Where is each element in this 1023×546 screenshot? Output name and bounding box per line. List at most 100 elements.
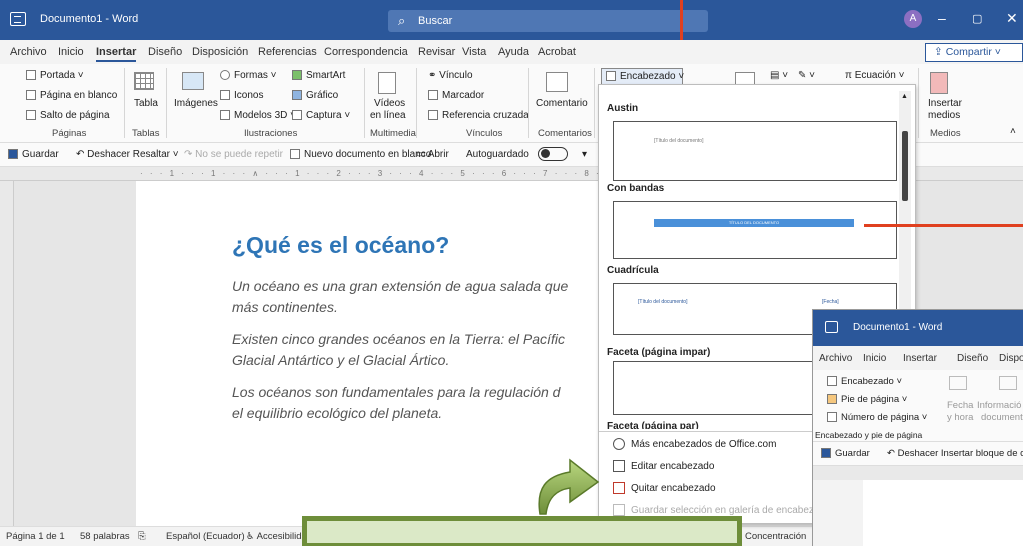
inset-title-bar: Documento1 - Word xyxy=(813,310,1023,346)
customize-qat-icon[interactable]: ▾ xyxy=(582,149,587,160)
nuevo-documento-button[interactable]: Nuevo documento en blanco xyxy=(290,149,431,160)
deshacer-label: Deshacer Resaltar xyxy=(87,149,170,160)
referencia-cruzada-button[interactable]: Referencia cruzada xyxy=(428,110,529,121)
online-video-icon[interactable] xyxy=(378,72,396,94)
inset-numero-button[interactable]: Número de página ˅ xyxy=(827,412,927,423)
collapse-ribbon-icon[interactable]: ˄ xyxy=(1010,126,1016,137)
focus-mode-button[interactable]: Concentración xyxy=(745,531,806,542)
avatar[interactable]: A xyxy=(904,10,922,28)
captura-button[interactable]: Captura ˅ xyxy=(292,110,350,121)
share-button[interactable]: ⇪ Compartir ˅ xyxy=(925,43,1023,62)
encabezado-button[interactable]: Encabezado ˅ xyxy=(601,68,684,85)
accessibility-icon: ♿ xyxy=(246,531,257,542)
search-placeholder: Buscar xyxy=(418,15,453,27)
editar-encabezado-label: Editar encabezado xyxy=(631,461,715,472)
inset-deshacer-button[interactable]: ↶ Deshacer Insertar bloque de crea xyxy=(887,448,1023,459)
document-heading[interactable]: ¿Qué es el océano? xyxy=(232,232,449,259)
inset-tab-diseno[interactable]: Diseño xyxy=(957,353,988,364)
maximize-button[interactable]: ▢ xyxy=(972,12,982,25)
group-label-ilustraciones: Ilustraciones xyxy=(244,128,298,139)
repetir-button[interactable]: ↷ No se puede repetir xyxy=(184,149,283,160)
page-count[interactable]: Página 1 de 1 xyxy=(6,531,65,542)
images-icon[interactable] xyxy=(182,72,204,90)
tab-acrobat[interactable]: Acrobat xyxy=(538,46,576,58)
guardar-seleccion-item[interactable]: Guardar selección en galería de encabeza… xyxy=(613,504,844,516)
group-label-vinculos: Vínculos xyxy=(466,128,503,139)
salto-pagina-button[interactable]: Salto de página xyxy=(26,110,110,121)
word-app-icon xyxy=(10,12,26,26)
insert-media-icon[interactable] xyxy=(930,72,948,94)
paragraph-3[interactable]: Los océanos son fundamentales para la re… xyxy=(232,382,560,424)
paragraph-2[interactable]: Existen cinco grandes océanos en la Tier… xyxy=(232,329,565,371)
tab-correspondencia[interactable]: Correspondencia xyxy=(324,46,408,58)
inset-encabezado-button[interactable]: Encabezado ˅ xyxy=(827,376,902,387)
vertical-ruler xyxy=(0,181,14,526)
smartart-button[interactable]: SmartArt xyxy=(292,70,345,81)
quick-parts-button[interactable]: ▤ ˅ xyxy=(770,70,788,81)
tab-vista[interactable]: Vista xyxy=(462,46,486,58)
mas-encabezados-item[interactable]: Más encabezados de Office.com xyxy=(613,438,776,450)
marcador-button[interactable]: Marcador xyxy=(428,90,484,101)
imagenes-button[interactable]: Imágenes xyxy=(174,98,218,109)
abrir-label: Abrir xyxy=(427,149,449,160)
modelos-3d-button[interactable]: Modelos 3D ˅ xyxy=(220,110,296,121)
scroll-up-icon[interactable]: ▲ xyxy=(901,93,908,100)
quitar-encabezado-item[interactable]: Quitar encabezado xyxy=(613,482,716,494)
signature-icon: ✎ xyxy=(798,70,807,81)
tab-referencias[interactable]: Referencias xyxy=(258,46,317,58)
tab-inicio[interactable]: Inicio xyxy=(58,46,84,58)
accessibility-indicator[interactable]: ♿ Accesibilid xyxy=(246,531,302,542)
autoguardado-label: Autoguardado xyxy=(466,149,529,160)
search-box[interactable]: ⌕ Buscar xyxy=(388,10,708,32)
gallery-scroll-thumb[interactable] xyxy=(902,131,908,201)
inset-tab-insertar[interactable]: Insertar xyxy=(903,353,937,364)
callout-box xyxy=(302,516,742,546)
inset-page-number-icon xyxy=(827,412,837,422)
iconos-button[interactable]: Iconos xyxy=(220,90,263,101)
inset-tab-disposicion[interactable]: Dispos xyxy=(999,353,1023,364)
grafico-button[interactable]: Gráfico xyxy=(292,90,338,101)
tab-revisar[interactable]: Revisar xyxy=(418,46,455,58)
header-option-austin[interactable]: [Título del documento] xyxy=(613,121,897,181)
tab-ayuda[interactable]: Ayuda xyxy=(498,46,529,58)
formas-button[interactable]: Formas ˅ xyxy=(220,70,277,81)
autosave-toggle[interactable] xyxy=(538,147,568,161)
inset-tab-inicio[interactable]: Inicio xyxy=(863,353,886,364)
window-title: Documento1 - Word xyxy=(40,13,139,25)
close-button[interactable]: ✕ xyxy=(1006,10,1018,27)
word-count[interactable]: 58 palabras xyxy=(80,531,130,542)
proofing-icon[interactable]: ⎘ xyxy=(138,531,146,542)
tabla-button[interactable]: Tabla xyxy=(134,98,158,109)
inset-tab-archivo[interactable]: Archivo xyxy=(819,353,852,364)
abrir-button[interactable]: ▭ Abrir xyxy=(416,149,449,160)
ecuacion-button[interactable]: π Ecuación ˅ xyxy=(845,70,904,81)
tab-disposicion[interactable]: Disposición xyxy=(192,46,248,58)
insertar-medios-button[interactable]: Insertar xyxy=(928,98,962,109)
editar-encabezado-item[interactable]: Editar encabezado xyxy=(613,460,714,472)
signature-line-button[interactable]: ✎ ˅ xyxy=(798,70,815,81)
comment-icon[interactable] xyxy=(546,72,568,92)
blank-page-icon xyxy=(26,90,36,100)
tab-archivo[interactable]: Archivo xyxy=(10,46,47,58)
remove-header-icon xyxy=(613,482,625,494)
inset-pie-button[interactable]: Pie de página ˅ xyxy=(827,394,907,405)
minimize-button[interactable]: – xyxy=(938,10,946,26)
paragraph-1[interactable]: Un océano es una gran extensión de agua … xyxy=(232,276,568,318)
title-bar: Documento1 - Word ⌕ Buscar A – ▢ ✕ xyxy=(0,0,1023,40)
header-option-con-bandas[interactable]: TÍTULO DEL DOCUMENTO xyxy=(613,201,897,259)
videos-button[interactable]: Vídeos xyxy=(374,98,405,109)
search-icon: ⌕ xyxy=(398,13,406,28)
language-indicator[interactable]: Español (Ecuador) xyxy=(166,531,245,542)
table-icon[interactable] xyxy=(134,72,154,90)
pagina-blanco-button[interactable]: Página en blanco xyxy=(26,90,117,101)
guardar-button[interactable]: Guardar xyxy=(8,149,59,160)
tab-diseno[interactable]: Diseño xyxy=(148,46,182,58)
gallery-section-faceta-impar: Faceta (página impar) xyxy=(607,347,711,358)
paragraph-1-line-2: más continentes. xyxy=(232,299,338,315)
inset-guardar-button[interactable]: Guardar xyxy=(821,448,870,459)
tab-insertar[interactable]: Insertar xyxy=(96,46,137,62)
vinculo-button[interactable]: ⚭ Vínculo xyxy=(428,70,473,81)
portada-button[interactable]: Portada ˅ xyxy=(26,70,84,81)
comentario-button[interactable]: Comentario xyxy=(536,98,588,109)
deshacer-button[interactable]: ↶ Deshacer Resaltar ˅ xyxy=(76,149,179,160)
